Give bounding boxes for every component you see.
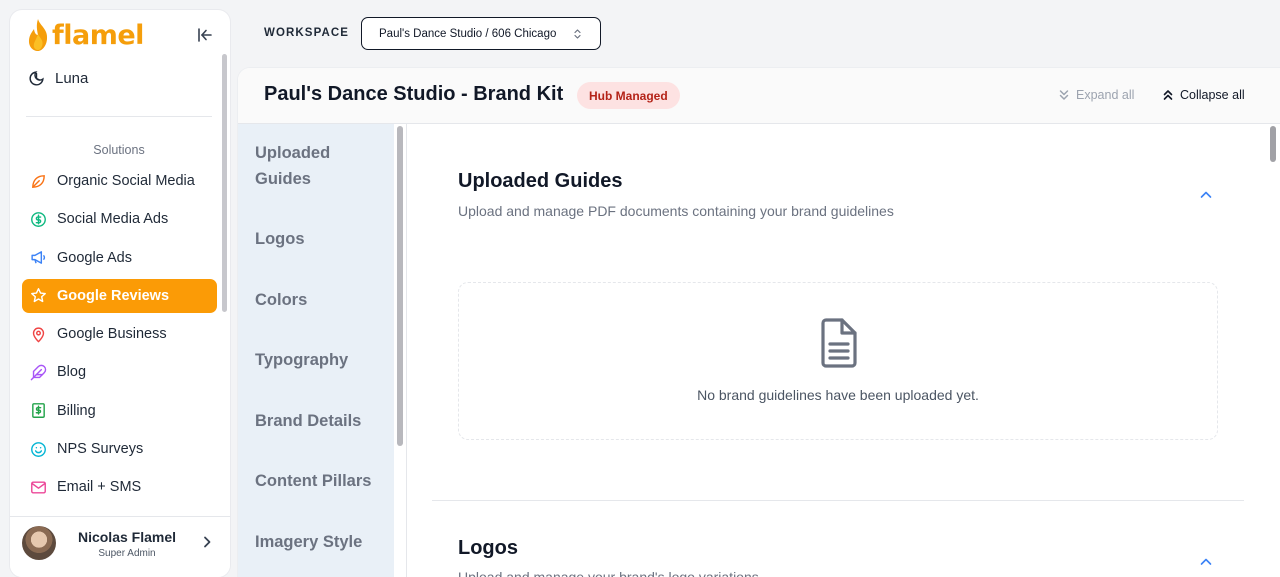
content-scrollbar[interactable]: [1270, 126, 1276, 162]
mail-icon: [31, 481, 46, 494]
section-nav-logos[interactable]: Logos: [255, 226, 380, 252]
section-nav-brand-details[interactable]: Brand Details: [255, 408, 380, 434]
workspace-label: WORKSPACE: [264, 27, 350, 39]
section-nav-colors[interactable]: Colors: [255, 287, 380, 313]
document-icon: [821, 318, 857, 368]
collapse-all-label: Collapse all: [1180, 88, 1245, 102]
section-nav-imagery-style[interactable]: Imagery Style: [255, 529, 380, 555]
expand-all-label: Expand all: [1076, 88, 1135, 102]
brand-logo[interactable]: flamel: [26, 18, 144, 52]
collapse-all-button[interactable]: Collapse all: [1162, 88, 1245, 102]
section-title-uploaded-guides: Uploaded Guides: [458, 170, 623, 192]
panel-header: Paul's Dance Studio - Brand Kit Hub Mana…: [238, 68, 1280, 124]
sidebar-item-blog[interactable]: Blog: [22, 355, 217, 389]
star-icon: [31, 288, 46, 303]
map-pin-icon: [32, 327, 45, 343]
chevron-up-icon[interactable]: [1199, 190, 1213, 200]
sidebar-section-label: Solutions: [93, 143, 145, 157]
sidebar-item-social-media-ads[interactable]: Social Media Ads: [22, 202, 217, 236]
sidebar-item-label: Google Ads: [57, 249, 132, 266]
section-nav-content-pillars[interactable]: Content Pillars: [255, 468, 380, 494]
section-description-uploaded-guides: Upload and manage PDF documents containi…: [458, 203, 894, 219]
workspace-selected-value: Paul's Dance Studio / 606 Chicago: [379, 27, 557, 40]
sidebar-item-label: Organic Social Media: [57, 173, 195, 189]
chevron-right-icon[interactable]: [200, 535, 214, 549]
chevrons-up-icon: [1163, 90, 1173, 100]
user-profile[interactable]: Nicolas Flamel Super Admin: [10, 516, 230, 577]
sidebar: flamel Luna Solutions Organic Social Med…: [10, 10, 230, 577]
user-role: Super Admin: [98, 548, 156, 559]
flame-icon: [28, 19, 48, 51]
sidebar-item-nps-surveys[interactable]: NPS Surveys: [22, 432, 217, 466]
avatar: [22, 526, 56, 560]
sidebar-item-luna[interactable]: Luna: [28, 70, 88, 87]
collapse-sidebar-icon[interactable]: [196, 26, 214, 44]
sidebar-item-label: Social Media Ads: [57, 211, 169, 228]
user-name: Nicolas Flamel: [77, 529, 177, 545]
leaf-icon: [32, 174, 45, 188]
sidebar-item-email-sms[interactable]: Email + SMS: [22, 470, 217, 504]
bill-icon: [32, 403, 45, 419]
sidebar-item-billing[interactable]: Billing: [22, 394, 217, 428]
sidebar-item-google-business[interactable]: Google Business: [22, 317, 217, 351]
sidebar-item-label: Email + SMS: [57, 479, 142, 496]
sidebar-item-label: NPS Surveys: [57, 441, 144, 458]
empty-state-uploaded-guides: No brand guidelines have been uploaded y…: [458, 282, 1218, 440]
section-nav-uploaded-guides[interactable]: Uploaded Guides: [255, 140, 380, 192]
sidebar-item-google-ads[interactable]: Google Ads: [22, 241, 217, 275]
chevron-up-down-icon: [574, 29, 581, 39]
sidebar-scrollbar[interactable]: [222, 54, 227, 312]
content-area: Uploaded Guides Upload and manage PDF do…: [407, 124, 1280, 577]
chevron-up-icon[interactable]: [1199, 557, 1213, 567]
section-description-logos: Upload and manage your brand's logo vari…: [458, 569, 759, 577]
brand-kit-panel: Paul's Dance Studio - Brand Kit Hub Mana…: [238, 68, 1280, 577]
sidebar-divider: [26, 116, 212, 117]
workspace-select[interactable]: Paul's Dance Studio / 606 Chicago: [361, 17, 601, 50]
sidebar-nav: Organic Social Media Social Media Ads Go…: [22, 164, 217, 509]
section-nav-scrollbar[interactable]: [397, 126, 403, 446]
section-nav-typography[interactable]: Typography: [255, 347, 380, 373]
moon-icon: [29, 71, 44, 86]
status-badge: Hub Managed: [577, 82, 680, 109]
section-nav: Uploaded Guides Logos Colors Typography …: [238, 124, 394, 577]
sidebar-item-label: Google Reviews: [57, 287, 170, 304]
sidebar-item-label: Google Business: [57, 326, 167, 343]
dollar-circle-icon: [31, 211, 46, 227]
megaphone-icon: [31, 251, 46, 264]
section-divider: [432, 500, 1244, 501]
sidebar-item-organic-social-media[interactable]: Organic Social Media: [22, 164, 217, 198]
sidebar-item-google-reviews[interactable]: Google Reviews: [22, 278, 217, 313]
empty-state-text: No brand guidelines have been uploaded y…: [697, 387, 979, 403]
chevrons-down-icon: [1059, 90, 1069, 100]
sidebar-item-label: Billing: [57, 402, 96, 419]
page-title: Paul's Dance Studio - Brand Kit: [264, 83, 564, 105]
section-title-logos: Logos: [458, 537, 518, 559]
expand-all-button[interactable]: Expand all: [1058, 88, 1134, 102]
feather-icon: [30, 364, 47, 381]
sidebar-item-label: Blog: [57, 364, 87, 381]
sidebar-item-label: Luna: [55, 70, 89, 87]
brand-name: flamel: [52, 19, 144, 51]
smile-icon: [31, 441, 46, 457]
